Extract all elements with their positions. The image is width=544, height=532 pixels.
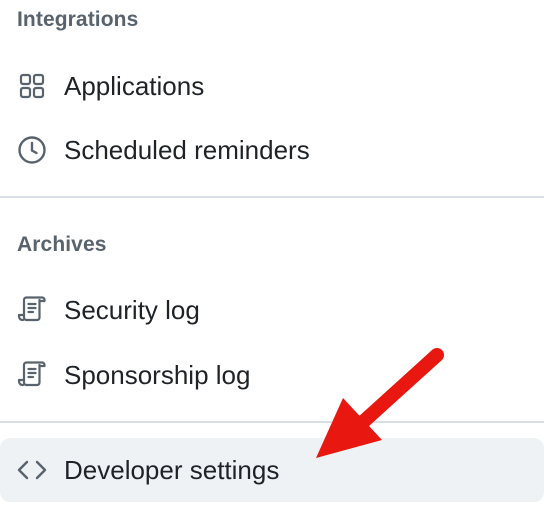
clock-icon [16,134,48,166]
sidebar-item-sponsorship-log[interactable]: Sponsorship log [0,347,544,403]
section-divider [0,196,544,198]
integrations-heading: Integrations [17,8,139,31]
archives-heading: Archives [17,233,107,256]
section-divider [0,421,544,423]
code-icon [16,454,48,486]
sidebar-item-security-log[interactable]: Security log [0,282,544,338]
sidebar-item-applications[interactable]: Applications [0,58,544,114]
sidebar-item-label: Sponsorship log [64,359,251,390]
log-scroll-icon [16,359,48,391]
sidebar-item-label: Developer settings [64,454,280,485]
settings-sidebar: Integrations Applications Scheduled remi… [0,0,544,532]
sidebar-item-label: Applications [64,70,205,101]
sidebar-item-developer-settings[interactable]: Developer settings [0,438,544,502]
log-scroll-icon [16,294,48,326]
sidebar-item-label: Scheduled reminders [64,134,310,165]
sidebar-item-label: Security log [64,294,200,325]
sidebar-item-scheduled-reminders[interactable]: Scheduled reminders [0,122,544,178]
apps-grid-icon [16,70,48,102]
